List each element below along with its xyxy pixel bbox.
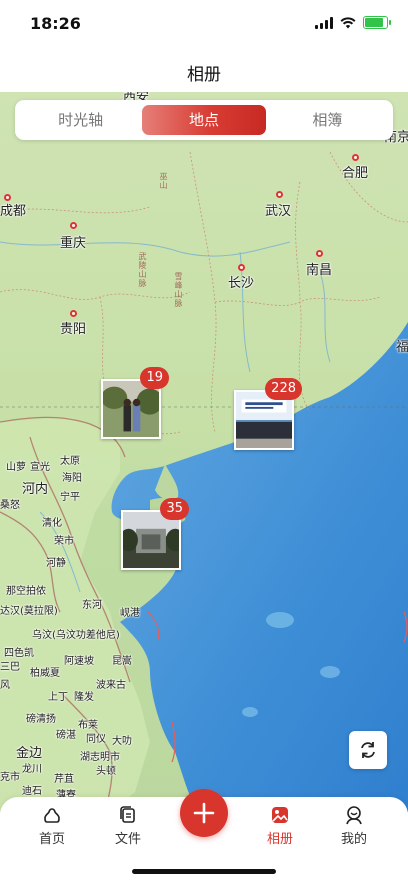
- city-phnompenh: 金边: [16, 746, 43, 761]
- status-bar: 18:26: [0, 0, 408, 48]
- city-dot: [352, 154, 359, 161]
- cluster-count-badge: 19: [140, 367, 169, 389]
- tab-label: 相册: [266, 832, 293, 847]
- city-label: 乌汶(乌汶功差他尼): [32, 630, 120, 641]
- status-icons: [315, 16, 391, 29]
- tab-timeline[interactable]: 时光轴: [19, 105, 142, 135]
- battery-charging-icon: [363, 16, 391, 29]
- add-button[interactable]: [180, 789, 228, 837]
- city-label: 迪石: [22, 786, 42, 797]
- city-hefei: 合肥: [342, 166, 369, 181]
- city-label: 山萝: [6, 462, 26, 473]
- city-fu: 福: [396, 340, 408, 355]
- city-label: 大叻: [112, 736, 132, 747]
- city-label: 阿速坡: [64, 656, 94, 667]
- cellular-signal-icon: [315, 16, 333, 29]
- city-label: 昆嵩: [112, 656, 132, 667]
- status-time: 18:26: [30, 14, 81, 33]
- cluster-count-badge: 228: [265, 378, 302, 400]
- city-label: 风: [0, 680, 10, 691]
- city-dot: [316, 250, 323, 257]
- city-label: 上丁: [48, 692, 68, 703]
- cluster-count-badge: 35: [160, 498, 189, 520]
- city-label: 同仪: [86, 734, 106, 745]
- city-label: 波来古: [96, 680, 126, 691]
- tab-places[interactable]: 地点: [142, 105, 266, 135]
- city-label: 湖志明市: [80, 752, 120, 763]
- city-label: 河静: [46, 558, 66, 569]
- photo-cluster[interactable]: 19: [101, 367, 169, 439]
- tab-albums[interactable]: 相簿: [266, 105, 389, 135]
- page-title: 相册: [187, 65, 221, 85]
- city-chongqing: 重庆: [60, 236, 87, 251]
- city-label: 龙川: [22, 764, 42, 775]
- city-label: 太原: [60, 456, 80, 467]
- city-label: 桑怒: [0, 500, 20, 511]
- city-label: 三巴: [0, 662, 20, 673]
- city-label: 头顿: [96, 766, 116, 777]
- view-mode-segmented-control: 时光轴 地点 相簿: [15, 100, 393, 140]
- city-label: 荣市: [54, 536, 74, 547]
- city-chengdu: 成都: [0, 204, 27, 219]
- city-nanchang: 南昌: [306, 263, 333, 278]
- tab-home[interactable]: 首页: [22, 805, 82, 847]
- city-label: 柏威夏: [30, 668, 60, 679]
- city-label: 克市: [0, 772, 20, 783]
- refresh-location-button[interactable]: [349, 731, 387, 769]
- tab-label: 文件: [114, 832, 141, 847]
- city-dot: [70, 222, 77, 229]
- city-label: 东河: [82, 600, 102, 611]
- tab-label: 我的: [340, 832, 367, 847]
- album-icon: [272, 807, 288, 823]
- plus-icon: [193, 802, 215, 824]
- city-label: 芹苴: [54, 774, 74, 785]
- city-dot: [276, 191, 283, 198]
- home-icon: [44, 808, 60, 823]
- city-guiyang: 贵阳: [60, 322, 87, 337]
- city-label: 宁平: [60, 492, 80, 503]
- city-label: 达汉(莫拉限): [0, 606, 58, 617]
- cluster-photo: [103, 381, 159, 437]
- city-label: 那空拍侬: [6, 586, 46, 597]
- wifi-icon: [340, 16, 356, 28]
- mountain-label: 雪峰山脉: [174, 272, 183, 308]
- tab-album[interactable]: 相册: [250, 805, 310, 847]
- city-changsha: 长沙: [228, 276, 255, 291]
- city-label: 宣光: [30, 462, 50, 473]
- city-label: 清化: [42, 518, 62, 529]
- city-label: 磅清扬: [26, 714, 56, 725]
- cluster-photo: [123, 512, 179, 568]
- home-indicator: [132, 869, 276, 874]
- city-dot: [70, 310, 77, 317]
- photo-cluster[interactable]: 35: [121, 498, 189, 570]
- city-hanoi: 河内: [22, 482, 49, 497]
- city-dot: [238, 264, 245, 271]
- city-label: 四色凯: [4, 648, 34, 659]
- city-label: 海阳: [62, 473, 82, 484]
- refresh-icon: [361, 742, 375, 758]
- tab-profile[interactable]: 我的: [324, 805, 384, 847]
- profile-icon: [346, 806, 362, 825]
- city-label: 布莱: [78, 720, 98, 731]
- mountain-label: 武陵山脉: [138, 252, 147, 288]
- city-label: 磅湛: [56, 730, 76, 741]
- tab-label: 首页: [38, 832, 65, 847]
- mountain-label: 巫山: [159, 172, 168, 190]
- nav-bar: 相册: [0, 48, 408, 92]
- files-icon: [120, 806, 135, 823]
- cluster-photo: [236, 392, 292, 448]
- city-label: 隆发: [74, 692, 94, 703]
- map-view[interactable]: 成都 武汉 合肥 南京 西安 重庆 长沙 南昌 贵阳 福 武陵山脉 雪峰山脉 巫…: [0, 92, 408, 812]
- city-wuhan: 武汉: [265, 204, 292, 219]
- tab-files[interactable]: 文件: [98, 805, 158, 847]
- city-label: 岘港: [120, 608, 140, 619]
- photo-cluster[interactable]: 228: [234, 378, 302, 450]
